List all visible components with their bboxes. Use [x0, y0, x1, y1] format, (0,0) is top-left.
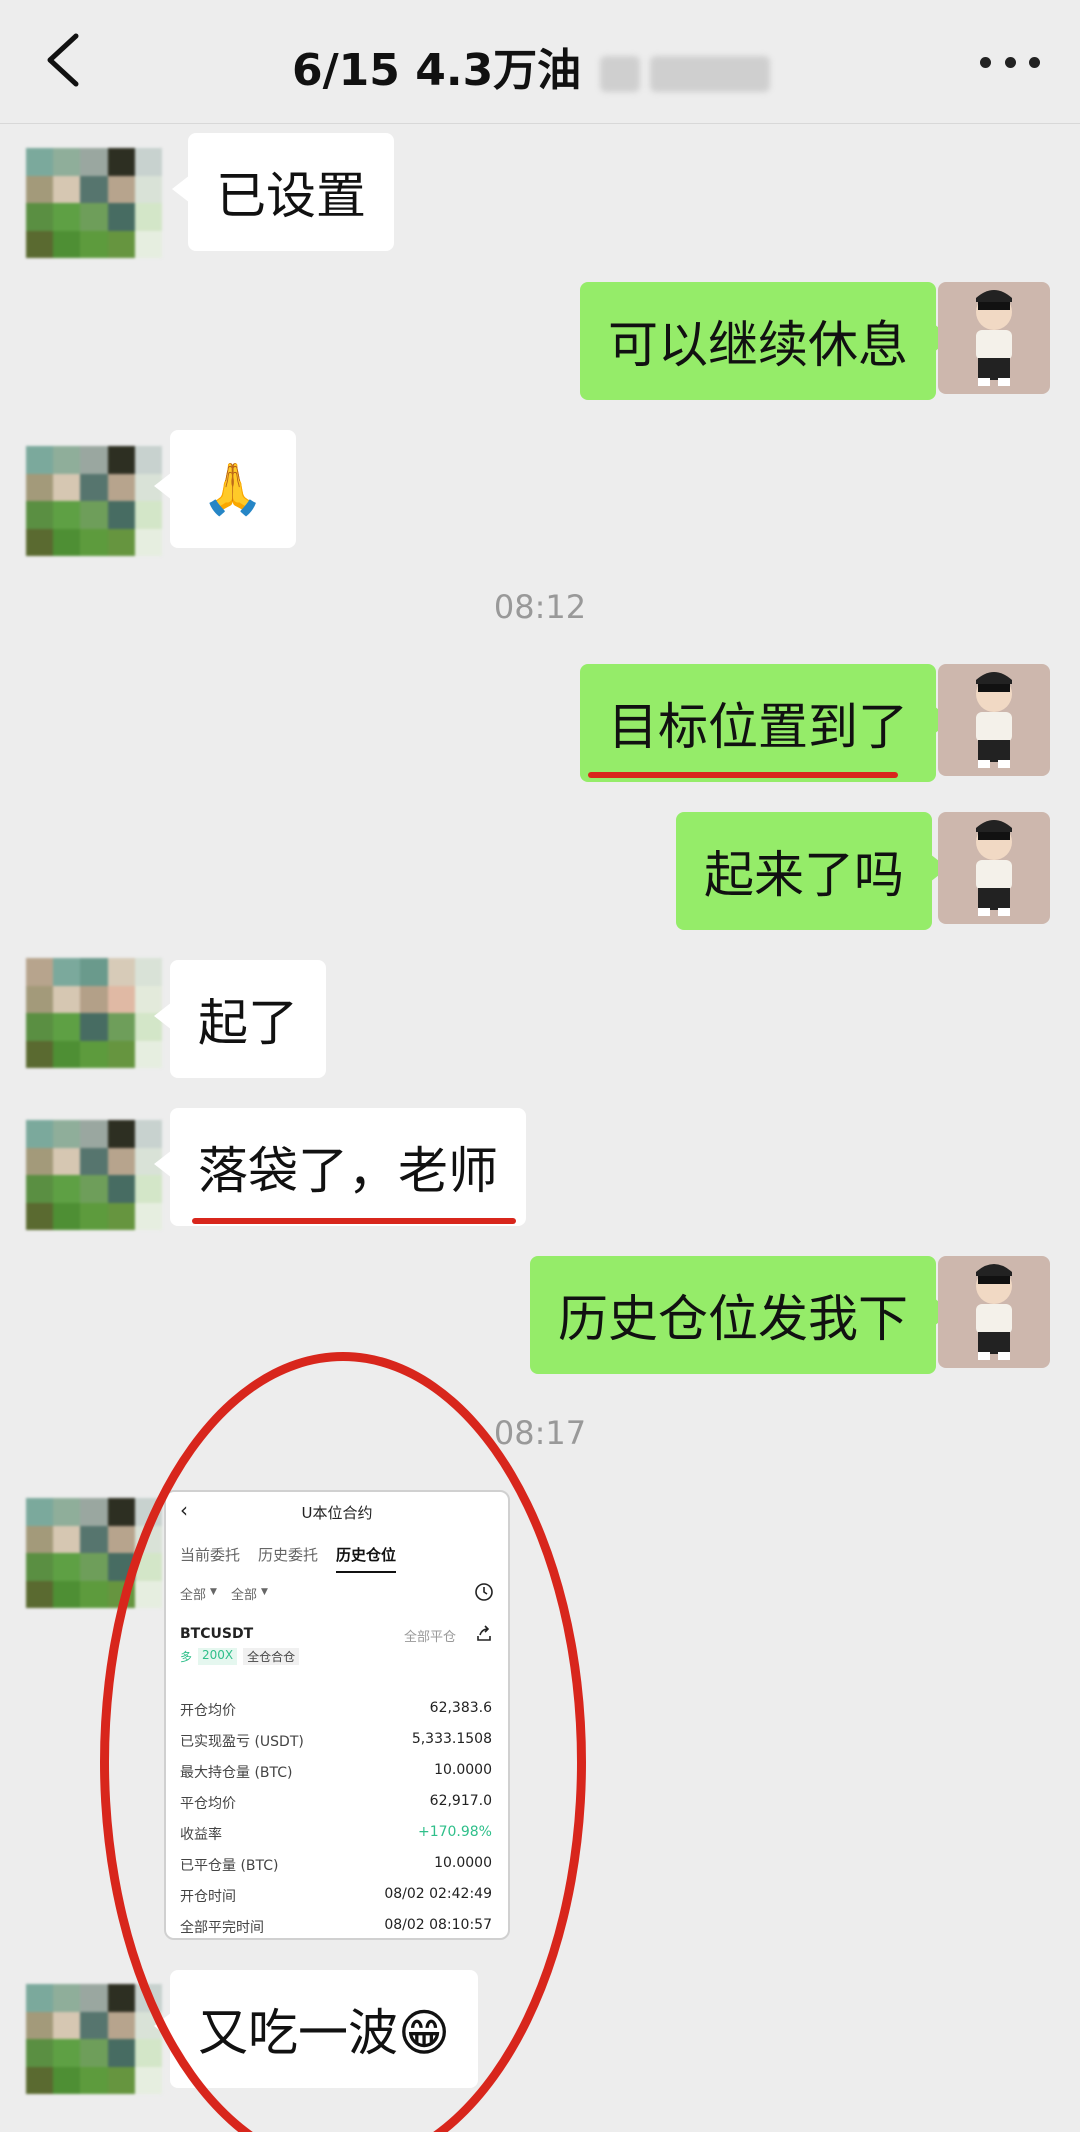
avatar[interactable] [26, 148, 162, 258]
avatar[interactable] [938, 1256, 1050, 1368]
message-text: 目标位置到了 [608, 698, 908, 756]
chevron-left-icon[interactable] [40, 30, 90, 90]
redacted-name-2 [650, 56, 770, 92]
message-bubble-outgoing[interactable]: 历史仓位发我下 [530, 1256, 952, 1374]
timestamp: 08:12 [493, 588, 587, 626]
chat-title: 6/15 4.3万油 [292, 45, 582, 96]
message-bubble-incoming[interactable]: 已设置 [172, 133, 394, 251]
message-bubble-incoming[interactable]: 起了 [154, 960, 326, 1078]
message-text: 落袋了，老师 [198, 1142, 498, 1200]
avatar[interactable] [26, 958, 162, 1068]
avatar[interactable] [938, 282, 1050, 394]
message-text: 起来了吗 [704, 846, 904, 904]
cartoon-avatar-icon [976, 1264, 1012, 1360]
avatar[interactable] [938, 664, 1050, 776]
avatar[interactable] [938, 812, 1050, 924]
message-bubble-outgoing[interactable]: 目标位置到了 [580, 664, 952, 782]
cartoon-avatar-icon [976, 672, 1012, 768]
message-bubble-incoming[interactable]: 落袋了，老师 [154, 1108, 526, 1226]
message-bubble-outgoing[interactable]: 起来了吗 [676, 812, 948, 930]
message-text: 已设置 [216, 167, 366, 225]
message-bubble-incoming[interactable]: 🙏 [154, 430, 296, 548]
cartoon-avatar-icon [976, 820, 1012, 916]
message-text: 起了 [198, 994, 298, 1052]
annotation-underline [588, 772, 898, 778]
more-horizontal-icon[interactable] [980, 52, 1040, 72]
redacted-name [600, 56, 640, 92]
avatar[interactable] [26, 1984, 162, 2094]
annotation-underline [192, 1218, 516, 1224]
avatar[interactable] [26, 446, 162, 556]
message-bubble-outgoing[interactable]: 可以继续休息 [580, 282, 952, 400]
cartoon-avatar-icon [976, 290, 1012, 386]
chat-header: 6/15 4.3万油 [0, 0, 1080, 124]
pray-emoji: 🙏 [201, 459, 265, 518]
timestamp: 08:17 [493, 1414, 587, 1452]
avatar[interactable] [26, 1120, 162, 1230]
annotation-circle [100, 1352, 586, 2132]
message-text: 可以继续休息 [608, 316, 908, 374]
message-text: 历史仓位发我下 [558, 1290, 908, 1348]
